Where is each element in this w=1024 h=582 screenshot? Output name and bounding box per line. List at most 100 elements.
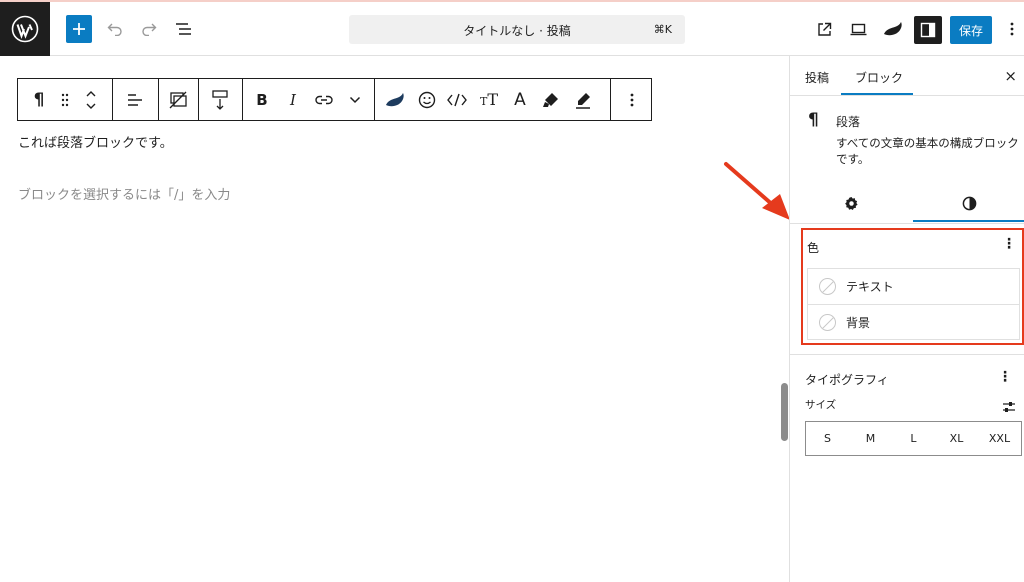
redo-button[interactable] xyxy=(138,15,160,43)
color-panel-highlight: 色 ⋮ テキスト 背景 xyxy=(801,228,1024,345)
jetpack-button[interactable] xyxy=(881,15,905,43)
redo-icon xyxy=(142,23,157,36)
add-block-button[interactable] xyxy=(66,15,92,43)
drag-handle[interactable] xyxy=(56,79,74,120)
bold-icon: B xyxy=(256,90,268,109)
code-icon xyxy=(447,93,467,106)
tab-post[interactable]: 投稿 xyxy=(805,69,829,86)
chevron-down-icon xyxy=(349,96,361,103)
hidden-block-icon xyxy=(169,91,187,108)
typography-title: タイポグラフィ xyxy=(805,373,889,387)
more-vertical-icon xyxy=(630,93,634,106)
text-color-icon: A xyxy=(514,89,526,110)
sidebar-icon xyxy=(920,22,936,38)
save-button[interactable]: 保存 xyxy=(950,16,992,44)
active-tab-indicator xyxy=(913,220,1024,222)
more-formats-button[interactable] xyxy=(345,79,365,120)
block-toolbar: ¶ B I TT A xyxy=(17,78,652,121)
italic-button[interactable]: I xyxy=(282,79,304,120)
block-type-button[interactable]: ¶ xyxy=(26,79,52,120)
marker-icon xyxy=(576,92,590,109)
bold-button[interactable]: B xyxy=(250,79,274,120)
toolbar-divider xyxy=(112,79,113,120)
font-size-label: サイズ xyxy=(805,399,837,411)
inline-code-button[interactable] xyxy=(444,79,470,120)
settings-sidebar-toggle[interactable] xyxy=(914,16,942,44)
chevron-up-down-icon xyxy=(86,90,96,109)
emoji-button[interactable] xyxy=(414,79,440,120)
active-tab-indicator xyxy=(841,93,913,95)
size-option-s[interactable]: S xyxy=(808,432,848,445)
jetpack-leaf-icon xyxy=(884,22,902,36)
size-option-xl[interactable]: XL xyxy=(937,432,977,445)
toolbar-divider xyxy=(242,79,243,120)
color-item-text[interactable]: テキスト xyxy=(808,269,1019,304)
highlighter-icon xyxy=(543,92,558,107)
view-post-button[interactable] xyxy=(813,15,835,43)
contrast-icon xyxy=(962,196,976,210)
wordpress-logo-button[interactable] xyxy=(0,2,50,56)
color-options-button[interactable]: ⋮ xyxy=(1002,236,1016,252)
document-overview-button[interactable] xyxy=(172,15,196,43)
color-item-label: 背景 xyxy=(846,315,871,330)
smiley-icon xyxy=(418,91,436,108)
size-option-xxl[interactable]: XXL xyxy=(980,432,1020,445)
list-view-icon xyxy=(176,23,191,35)
tab-block[interactable]: ブロック xyxy=(855,69,903,86)
paragraph-icon: ¶ xyxy=(33,89,45,110)
font-size-button[interactable]: TT xyxy=(476,79,502,120)
document-title-bar[interactable]: タイトルなし · 投稿 ⌘K xyxy=(349,15,685,44)
settings-sidebar: 投稿 ブロック × ¶ 段落 すべての文章の基本の構成ブロックです。 色 ⋮ テ… xyxy=(789,56,1024,582)
link-button[interactable] xyxy=(311,79,337,120)
block-inspector-tabs xyxy=(790,184,1024,224)
close-sidebar-button[interactable]: × xyxy=(1004,67,1017,85)
typography-options-button[interactable]: ⋮ xyxy=(998,369,1012,385)
spacing-button[interactable] xyxy=(205,79,235,120)
external-link-icon xyxy=(817,22,831,36)
color-item-label: テキスト xyxy=(846,280,894,294)
font-size-picker: S M L XL XXL xyxy=(805,421,1022,456)
color-swatch-empty-icon xyxy=(819,278,836,295)
move-block-buttons[interactable] xyxy=(78,79,104,120)
align-text-button[interactable] xyxy=(120,79,150,120)
sidebar-tabs: 投稿 ブロック × xyxy=(790,56,1024,96)
options-menu-button[interactable] xyxy=(1004,15,1020,43)
tab-settings[interactable] xyxy=(790,184,913,222)
editor-scrollbar[interactable] xyxy=(781,383,788,441)
text-color-button[interactable]: A xyxy=(508,79,532,120)
block-appender-placeholder[interactable]: ブロックを選択するには「/」を入力 xyxy=(18,184,230,203)
paragraph-icon: ¶ xyxy=(808,110,819,130)
plus-icon xyxy=(73,23,85,35)
jetpack-ai-button[interactable] xyxy=(382,79,408,120)
block-visibility-button[interactable] xyxy=(164,79,192,120)
paragraph-block[interactable]: これば段落ブロックです。 xyxy=(18,132,173,151)
wordpress-icon xyxy=(11,15,39,43)
toolbar-divider xyxy=(198,79,199,120)
color-item-background[interactable]: 背景 xyxy=(808,304,1019,339)
typography-panel: タイポグラフィ ⋮ サイズ S M L XL XXL xyxy=(790,354,1024,474)
preview-button[interactable] xyxy=(846,15,870,43)
color-swatch-empty-icon xyxy=(819,313,836,331)
gear-icon xyxy=(845,196,858,210)
custom-size-button[interactable] xyxy=(1002,398,1016,417)
more-vertical-icon xyxy=(1010,22,1014,36)
color-panel-title: 色 xyxy=(807,241,820,255)
align-left-icon xyxy=(128,93,142,106)
toolbar-divider xyxy=(610,79,611,120)
size-option-m[interactable]: M xyxy=(851,432,891,445)
marker-button[interactable] xyxy=(570,79,596,120)
document-title: タイトルなし · 投稿 xyxy=(463,24,571,38)
settings-sliders-icon xyxy=(1003,402,1015,412)
text-size-icon: TT xyxy=(479,90,498,109)
drag-handle-icon xyxy=(61,93,69,106)
size-option-l[interactable]: L xyxy=(894,432,934,445)
block-options-button[interactable] xyxy=(622,79,642,120)
tab-styles[interactable] xyxy=(913,184,1024,222)
editor-header: タイトルなし · 投稿 ⌘K 保存 xyxy=(0,2,1024,56)
highlight-button[interactable] xyxy=(538,79,564,120)
desktop-icon xyxy=(850,23,866,35)
undo-button[interactable] xyxy=(104,15,126,43)
height-adjust-icon xyxy=(212,89,228,110)
annotation-arrow xyxy=(724,162,790,220)
italic-icon: I xyxy=(290,90,296,109)
